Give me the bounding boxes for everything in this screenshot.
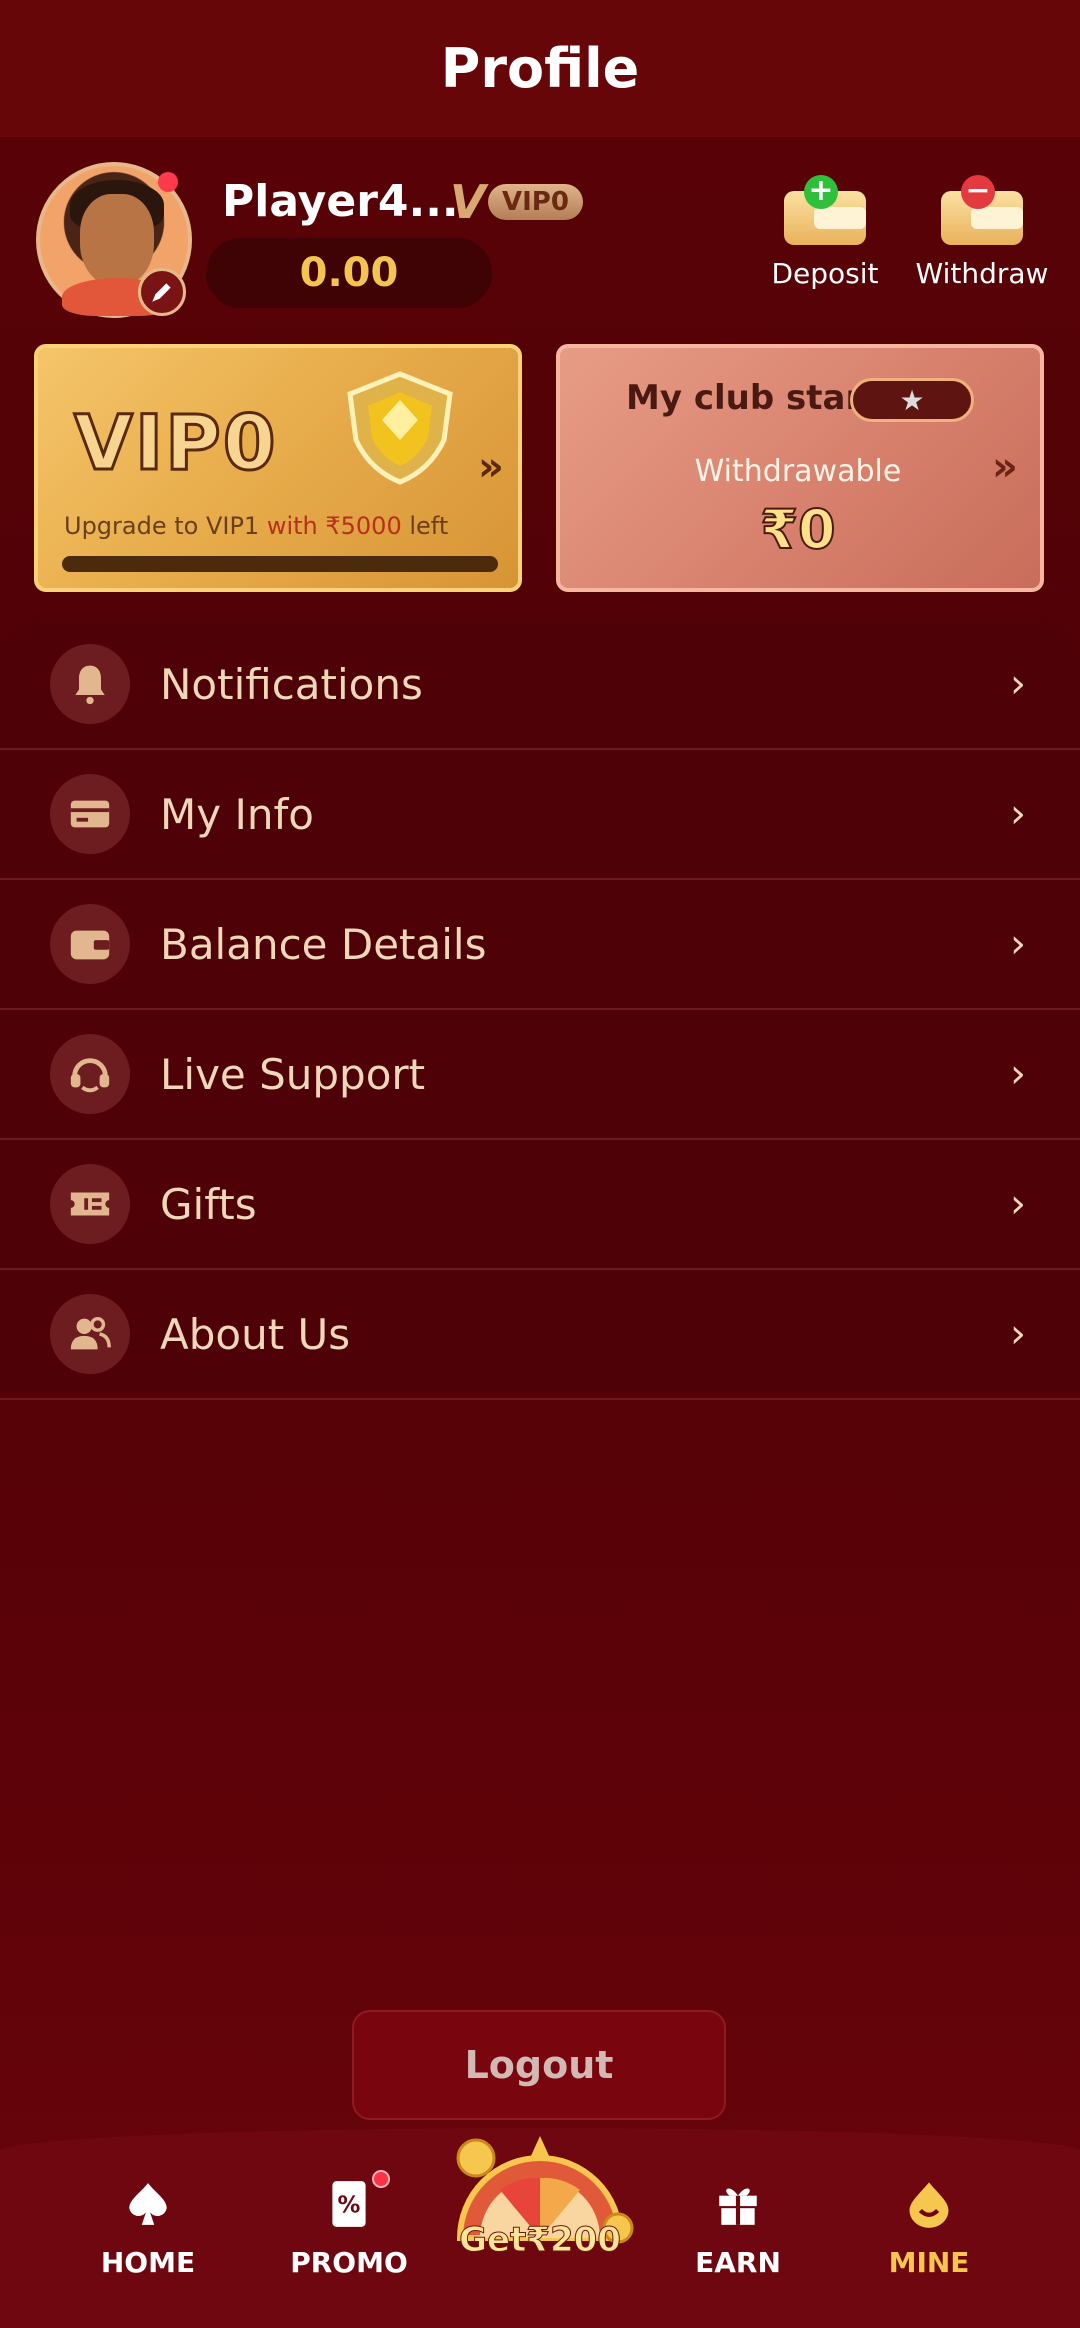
nav-earn-label: EARN bbox=[695, 2246, 781, 2279]
nav-home-label: HOME bbox=[100, 2246, 196, 2279]
deposit-button[interactable]: + Deposit bbox=[750, 175, 900, 305]
nav-mine[interactable]: MINE bbox=[849, 2176, 1009, 2296]
header-bar: Profile bbox=[0, 0, 1080, 137]
spade-icon bbox=[120, 2176, 176, 2232]
player-name: Player4... bbox=[222, 176, 459, 227]
chevron-right-icon: › bbox=[1010, 791, 1026, 837]
nav-earn[interactable]: EARN bbox=[658, 2176, 818, 2296]
page-title: Profile bbox=[440, 37, 640, 100]
profile-menu: Notifications › My Info › Balance Detail… bbox=[0, 620, 1080, 1400]
menu-label: Live Support bbox=[160, 1049, 426, 1099]
chevron-right-icon: › bbox=[1010, 661, 1026, 707]
avatar-face bbox=[80, 194, 154, 286]
menu-item-balance-details[interactable]: Balance Details › bbox=[0, 880, 1080, 1010]
deposit-wallet-icon: + bbox=[784, 175, 866, 245]
vip-progress-bar bbox=[62, 556, 498, 572]
id-card-icon bbox=[50, 774, 130, 854]
upgrade-amount: with ₹5000 bbox=[266, 512, 402, 540]
vip-level-title: VIP0 bbox=[73, 397, 278, 489]
ticket-icon bbox=[50, 1164, 130, 1244]
menu-item-about-us[interactable]: About Us › bbox=[0, 1270, 1080, 1400]
shield-icon bbox=[347, 371, 453, 485]
vip-card[interactable]: VIP0 » Upgrade to VIP1 with ₹5000 left bbox=[34, 344, 522, 592]
logout-button[interactable]: Logout bbox=[352, 2010, 726, 2120]
menu-label: Balance Details bbox=[160, 919, 487, 969]
chevron-right-icon: › bbox=[1010, 921, 1026, 967]
withdrawable-amount: ₹0 bbox=[759, 497, 836, 562]
withdraw-label: Withdraw bbox=[915, 257, 1049, 290]
nav-promo[interactable]: % PROMO bbox=[269, 2176, 429, 2296]
club-star-card[interactable]: My club star: ★ Withdrawable ₹0 » bbox=[556, 344, 1044, 592]
club-star-label: My club star: bbox=[626, 378, 876, 418]
headset-icon bbox=[50, 1034, 130, 1114]
nav-mine-label: MINE bbox=[888, 2246, 970, 2279]
withdraw-button[interactable]: − Withdraw bbox=[907, 175, 1057, 305]
menu-item-live-support[interactable]: Live Support › bbox=[0, 1010, 1080, 1140]
chevron-right-icon: › bbox=[1010, 1311, 1026, 1357]
menu-item-notifications[interactable]: Notifications › bbox=[0, 620, 1080, 750]
upgrade-suffix: left bbox=[401, 512, 449, 540]
club-card-chevron-icon: » bbox=[992, 444, 1018, 490]
withdraw-wallet-icon: − bbox=[941, 175, 1023, 245]
menu-label: My Info bbox=[160, 789, 314, 839]
nav-promo-label: PROMO bbox=[290, 2246, 408, 2279]
promo-coupon-icon: % bbox=[321, 2176, 377, 2232]
nav-home[interactable]: HOME bbox=[68, 2176, 228, 2296]
menu-label: About Us bbox=[160, 1309, 351, 1359]
menu-item-gifts[interactable]: Gifts › bbox=[0, 1140, 1080, 1270]
deposit-label: Deposit bbox=[771, 257, 879, 290]
edit-avatar-button[interactable] bbox=[138, 268, 186, 316]
notification-dot bbox=[158, 172, 178, 192]
wallet-icon bbox=[50, 904, 130, 984]
menu-label: Gifts bbox=[160, 1179, 257, 1229]
gift-icon bbox=[710, 2176, 766, 2232]
svg-text:%: % bbox=[338, 2192, 361, 2218]
promo-notification-dot bbox=[372, 2170, 390, 2188]
upgrade-prefix: Upgrade to VIP1 bbox=[64, 512, 267, 540]
people-icon bbox=[50, 1294, 130, 1374]
menu-label: Notifications bbox=[160, 659, 423, 709]
star-icon: ★ bbox=[850, 378, 974, 422]
balance-display: 0.00 bbox=[206, 238, 492, 308]
mine-drop-icon bbox=[901, 2176, 957, 2232]
pencil-icon bbox=[152, 283, 171, 302]
vip-card-chevron-icon: » bbox=[478, 444, 504, 490]
chevron-right-icon: › bbox=[1010, 1051, 1026, 1097]
chevron-right-icon: › bbox=[1010, 1181, 1026, 1227]
menu-item-my-info[interactable]: My Info › bbox=[0, 750, 1080, 880]
withdrawable-label: Withdrawable bbox=[694, 454, 902, 489]
get-bonus-label[interactable]: Get₹200 bbox=[440, 2220, 640, 2261]
vip-level-badge: V VIP0 bbox=[450, 179, 584, 225]
vip-level-text: VIP0 bbox=[488, 184, 583, 220]
upgrade-hint: Upgrade to VIP1 with ₹5000 left bbox=[64, 512, 448, 540]
bell-icon bbox=[50, 644, 130, 724]
